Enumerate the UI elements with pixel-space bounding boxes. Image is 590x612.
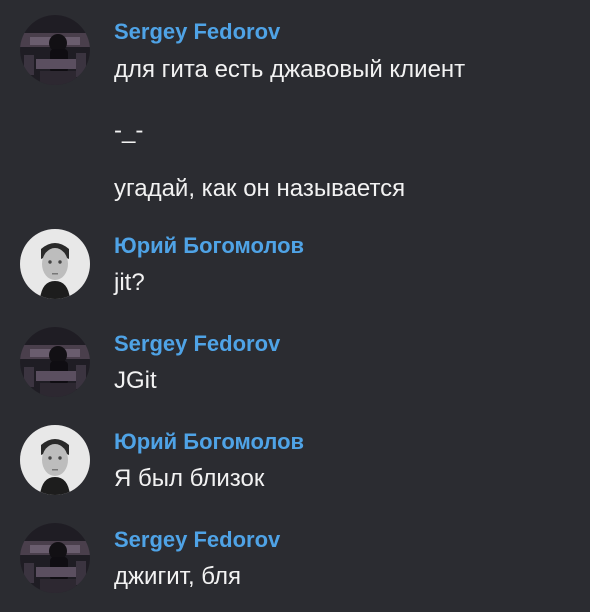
- sergey-avatar[interactable]: [20, 15, 90, 85]
- sergey-avatar-image: [20, 523, 90, 593]
- author-name[interactable]: Юрий Богомолов: [114, 232, 304, 260]
- message-text: -_-: [114, 117, 144, 144]
- author-name[interactable]: Sergey Fedorov: [114, 330, 280, 358]
- message-text: угадай, как он называется: [114, 175, 406, 202]
- message-text: jit?: [114, 269, 145, 296]
- message-text: Я был близок: [114, 465, 265, 492]
- yuri-avatar[interactable]: [20, 229, 90, 299]
- yuri-avatar[interactable]: [20, 425, 90, 495]
- author-name[interactable]: Sergey Fedorov: [114, 18, 280, 46]
- chat-history: Sergey Fedorov для гита есть джавовый кл…: [0, 0, 590, 612]
- message-text: джигит, бля: [114, 563, 241, 590]
- author-name[interactable]: Юрий Богомолов: [114, 428, 304, 456]
- message-text: JGit: [114, 367, 157, 394]
- author-name[interactable]: Sergey Fedorov: [114, 526, 280, 554]
- yuri-avatar-image: [20, 425, 90, 495]
- sergey-avatar[interactable]: [20, 327, 90, 397]
- yuri-avatar-image: [20, 229, 90, 299]
- sergey-avatar-image: [20, 327, 90, 397]
- sergey-avatar[interactable]: [20, 523, 90, 593]
- message-text: для гита есть джавовый клиент: [114, 56, 466, 83]
- sergey-avatar-image: [20, 15, 90, 85]
